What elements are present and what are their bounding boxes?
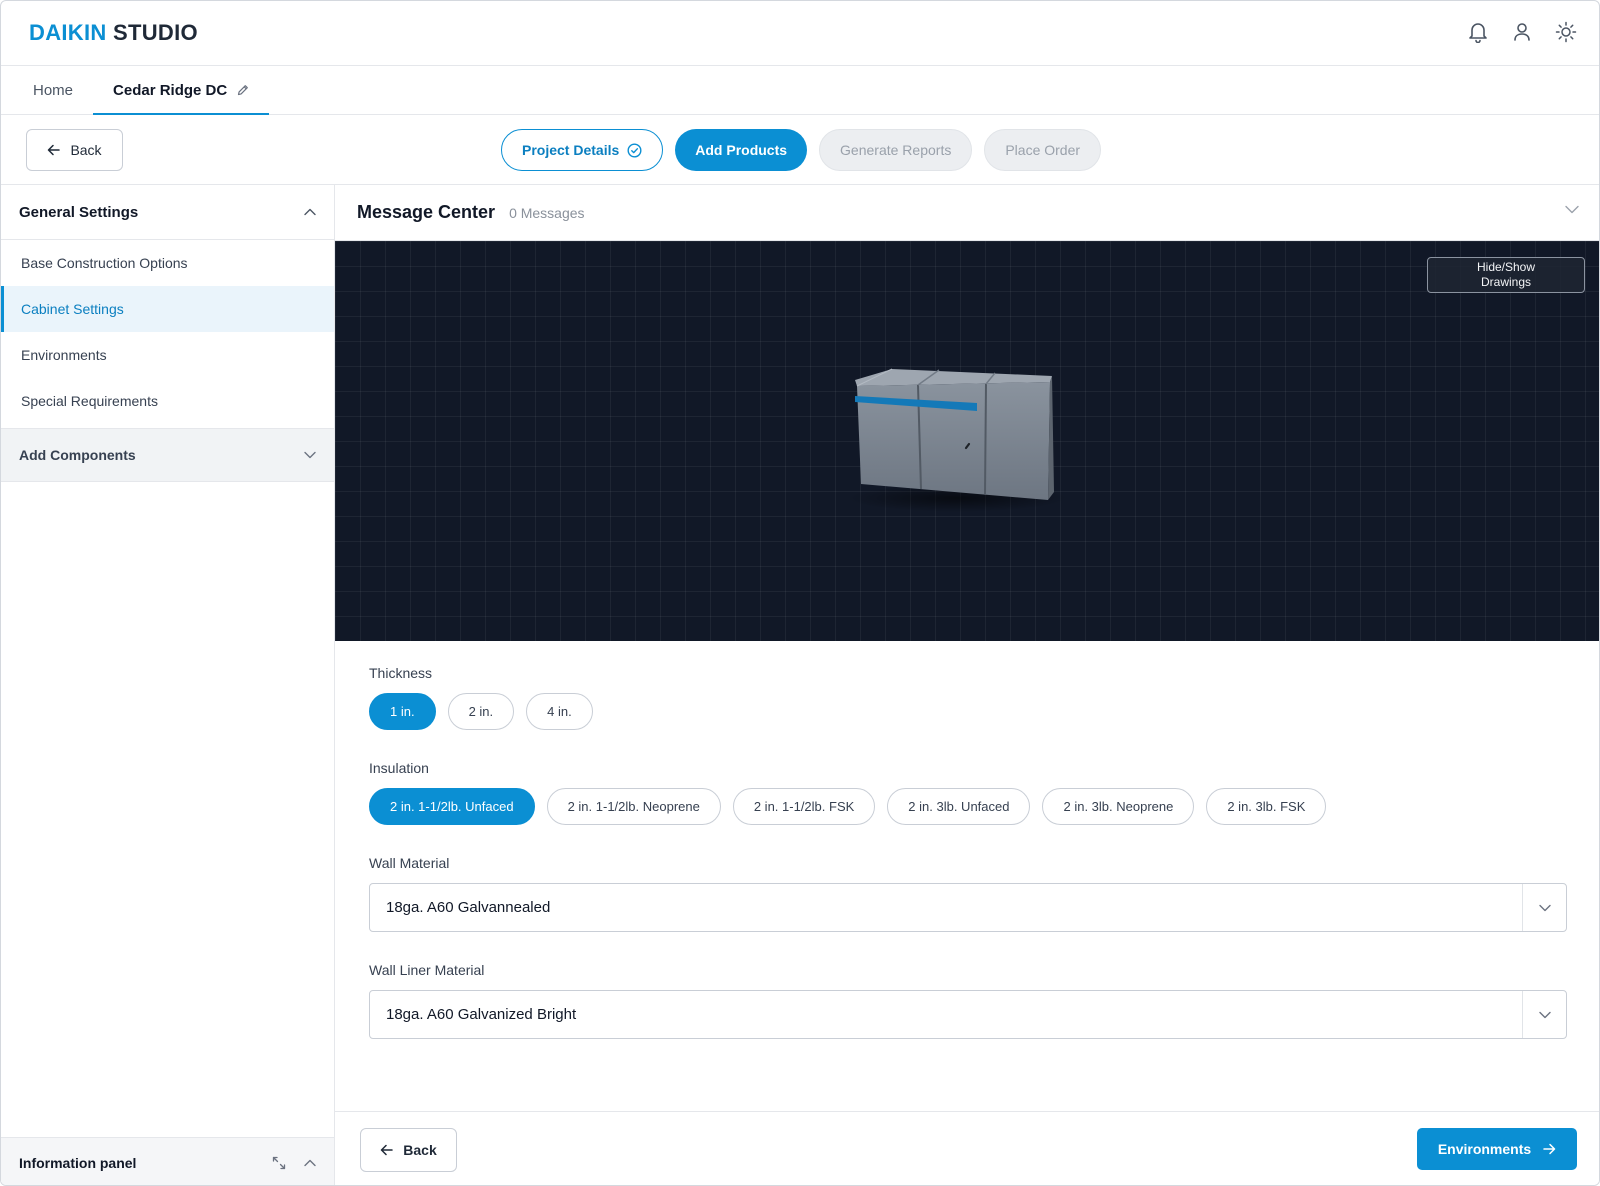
step-generate-reports[interactable]: Generate Reports [819, 129, 973, 171]
hide-show-drawings-button[interactable]: Hide/Show Drawings [1427, 257, 1585, 293]
pencil-icon[interactable] [237, 84, 249, 96]
sidebar-item-base-construction[interactable]: Base Construction Options [1, 240, 334, 286]
header-icon-group [1467, 19, 1577, 45]
tab-home-label: Home [33, 81, 74, 99]
bell-icon[interactable] [1467, 19, 1489, 45]
cabinet-settings-form: Thickness 1 in. 2 in. 4 in. Insulation 2… [369, 665, 1567, 1069]
sidebar-item-cabinet-settings[interactable]: Cabinet Settings [1, 286, 334, 332]
environments-next-button[interactable]: Environments [1417, 1128, 1577, 1170]
back-button-bottom-label: Back [403, 1142, 437, 1158]
step-project-details-label: Project Details [522, 142, 620, 158]
tab-bar: Home Cedar Ridge DC [1, 66, 1599, 115]
insulation-option[interactable]: 2 in. 3lb. Neoprene [1042, 788, 1195, 825]
tab-home[interactable]: Home [13, 66, 93, 114]
step-generate-reports-label: Generate Reports [840, 142, 952, 158]
arrow-left-icon [381, 1144, 394, 1156]
back-button-top-label: Back [70, 142, 102, 158]
sidebar-item-special-requirements[interactable]: Special Requirements [1, 378, 334, 424]
sidebar-item-label: Special Requirements [21, 393, 158, 409]
wall-liner-material-label: Wall Liner Material [369, 962, 485, 978]
sidebar-item-label: Environments [21, 347, 107, 363]
thickness-options: 1 in. 2 in. 4 in. [369, 693, 1567, 730]
step-place-order[interactable]: Place Order [984, 129, 1102, 171]
chevron-down-icon [304, 451, 316, 459]
3d-viewer[interactable]: Hide/Show Drawings [335, 241, 1599, 641]
information-panel-controls [272, 1156, 316, 1170]
sidebar-item-label: Base Construction Options [21, 255, 188, 271]
arrow-left-icon [48, 144, 61, 156]
top-header: DAIKIN STUDIO [1, 1, 1599, 66]
tab-project[interactable]: Cedar Ridge DC [93, 66, 270, 115]
form-footer: Back Environments [335, 1111, 1599, 1185]
chevron-down-icon[interactable] [1522, 884, 1566, 931]
thickness-label: Thickness [369, 665, 433, 681]
step-add-products-label: Add Products [695, 142, 788, 158]
sidebar-item-label: Cabinet Settings [21, 301, 124, 317]
wall-liner-material-value: 18ga. A60 Galvanized Bright [386, 1006, 577, 1023]
chevron-down-icon[interactable] [1522, 991, 1566, 1038]
thickness-option-1in[interactable]: 1 in. [369, 693, 436, 730]
chevron-down-icon [1565, 205, 1579, 214]
insulation-option[interactable]: 2 in. 1-1/2lb. Neoprene [546, 788, 721, 825]
app-window: DAIKIN STUDIO Home Cedar Ridge DC Back P… [0, 0, 1600, 1186]
insulation-option[interactable]: 2 in. 1-1/2lb. Unfaced [369, 788, 535, 825]
hide-show-line1: Hide/Show [1476, 260, 1536, 274]
insulation-label: Insulation [369, 760, 429, 776]
wall-liner-material-select[interactable]: 18ga. A60 Galvanized Bright [369, 990, 1567, 1039]
step-add-products[interactable]: Add Products [675, 129, 808, 171]
cabinet-3d-model[interactable] [845, 366, 1075, 516]
message-center-bar[interactable]: Message Center 0 Messages [335, 185, 1599, 241]
thickness-option-4in[interactable]: 4 in. [526, 693, 593, 730]
brand-daikin: DAIKIN [29, 20, 107, 45]
message-center-title: Message Center [357, 202, 496, 222]
sun-icon[interactable] [1555, 19, 1577, 45]
insulation-option[interactable]: 2 in. 1-1/2lb. FSK [732, 788, 876, 825]
main-content: Message Center 0 Messages Hide/Show Draw… [335, 185, 1599, 1185]
insulation-options: 2 in. 1-1/2lb. Unfaced 2 in. 1-1/2lb. Ne… [369, 788, 1567, 825]
chevron-up-icon [304, 208, 316, 216]
brand-studio: STUDIO [113, 20, 198, 45]
general-settings-title: General Settings [19, 203, 139, 221]
workflow-step-bar: Back Project Details Add Products Genera… [1, 115, 1599, 185]
add-components-group[interactable]: Add Components [1, 428, 334, 482]
information-panel: Information panel [1, 1137, 334, 1185]
next-button-label: Environments [1437, 1141, 1532, 1157]
insulation-option[interactable]: 2 in. 3lb. Unfaced [887, 788, 1031, 825]
hide-show-line2: Drawings [1480, 275, 1531, 289]
brand-logo[interactable]: DAIKIN STUDIO [29, 20, 198, 46]
wall-material-label: Wall Material [369, 855, 450, 871]
check-circle-icon [627, 142, 642, 158]
thickness-option-2in[interactable]: 2 in. [447, 693, 515, 730]
back-button-top[interactable]: Back [26, 129, 123, 171]
add-components-title: Add Components [19, 447, 136, 463]
sidebar: General Settings Base Construction Optio… [1, 185, 335, 1185]
wall-material-select[interactable]: 18ga. A60 Galvannealed [369, 883, 1567, 932]
sidebar-item-environments[interactable]: Environments [1, 332, 334, 378]
arrow-right-icon [1543, 1143, 1556, 1155]
chevron-up-icon[interactable] [304, 1159, 316, 1167]
insulation-option[interactable]: 2 in. 3lb. FSK [1206, 788, 1327, 825]
wall-material-value: 18ga. A60 Galvannealed [386, 899, 551, 916]
step-project-details[interactable]: Project Details [501, 129, 664, 171]
information-panel-title: Information panel [19, 1154, 137, 1171]
tab-project-label: Cedar Ridge DC [113, 81, 228, 99]
expand-icon[interactable] [272, 1156, 286, 1170]
step-place-order-label: Place Order [1005, 142, 1081, 158]
message-count: 0 Messages [509, 204, 585, 221]
general-settings-header[interactable]: General Settings [1, 185, 334, 240]
back-button-bottom[interactable]: Back [360, 1128, 457, 1172]
user-icon[interactable] [1511, 19, 1533, 45]
workflow-steps: Project Details Add Products Generate Re… [501, 129, 1102, 171]
